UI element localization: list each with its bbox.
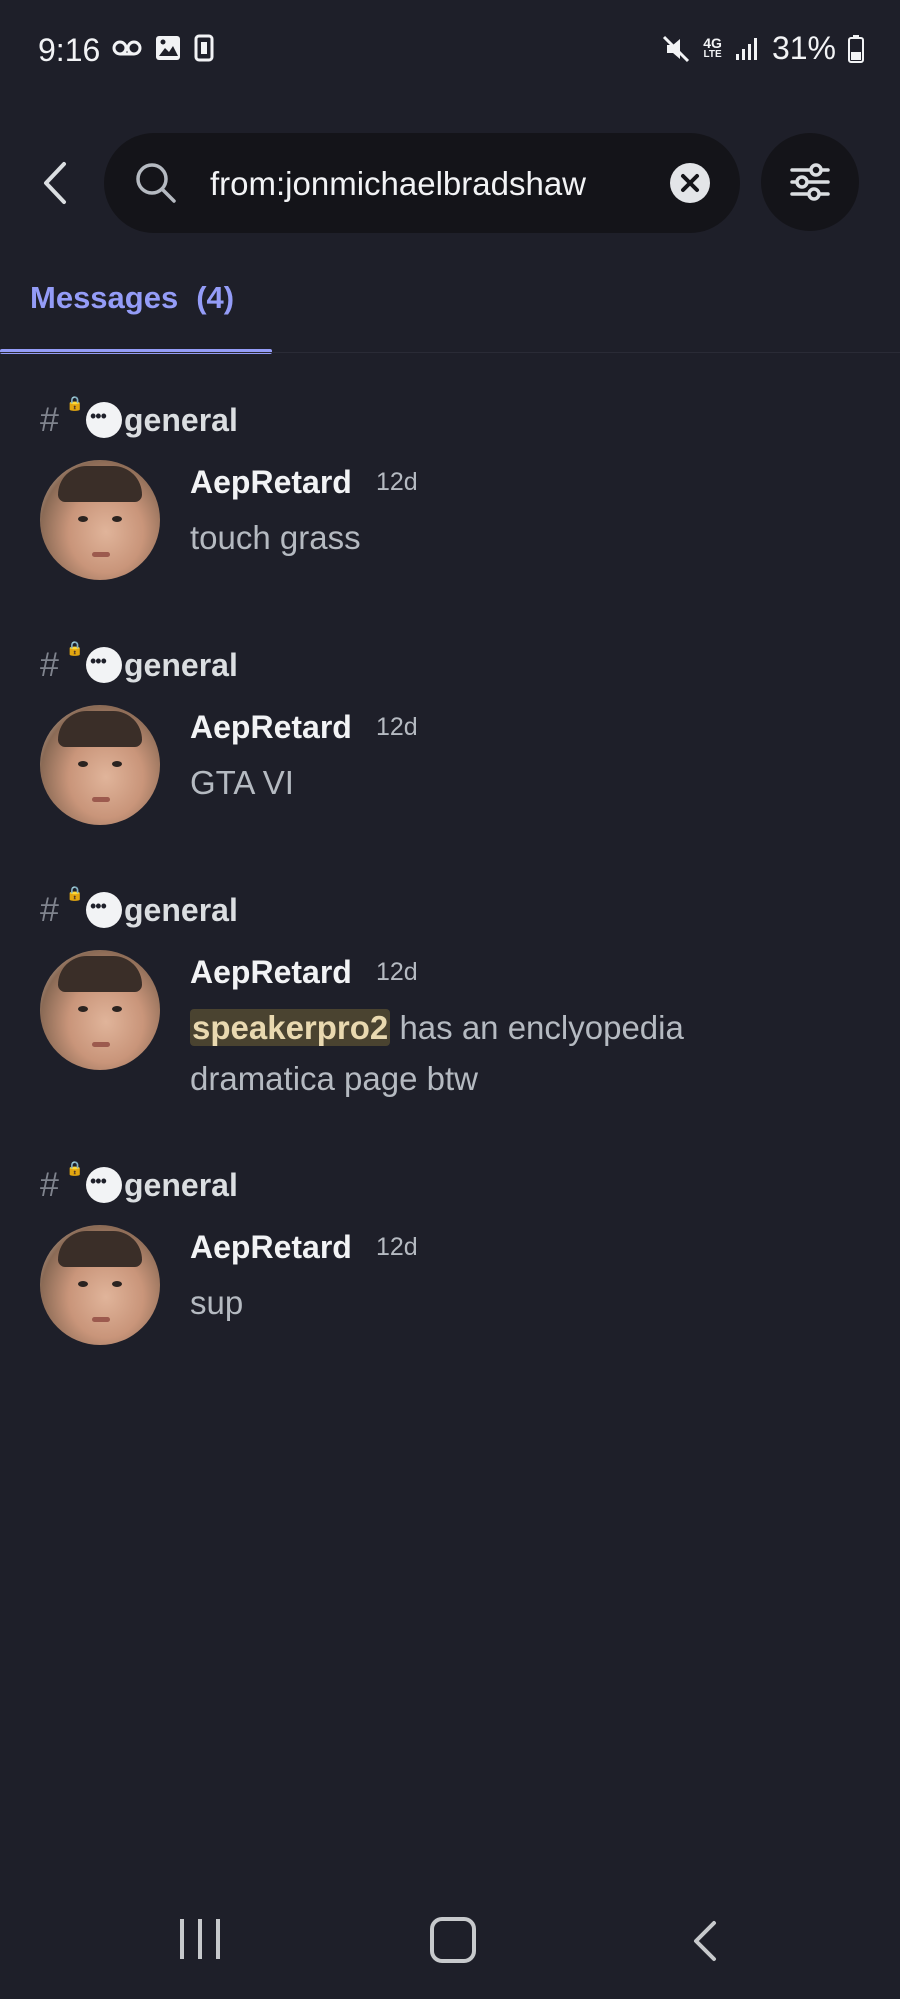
back-button[interactable] <box>40 158 80 208</box>
search-input[interactable]: from:jonmichaelbradshaw <box>210 165 586 203</box>
timestamp: 12d <box>376 713 418 741</box>
tab-count: (4) <box>196 280 235 315</box>
channel-label: #🔒 general <box>40 1159 238 1207</box>
gallery-icon <box>156 36 180 60</box>
thread-icon <box>86 1167 122 1203</box>
author-name[interactable]: AepRetard <box>190 954 352 991</box>
author-name[interactable]: AepRetard <box>190 709 352 746</box>
thread-icon <box>86 402 122 438</box>
filter-button[interactable] <box>761 133 859 231</box>
channel-label: #🔒 general <box>40 394 238 442</box>
network-indicator: 4G LTE <box>703 34 722 60</box>
thread-icon <box>86 647 122 683</box>
signal-icon <box>735 37 757 60</box>
channel-name: general <box>124 891 238 928</box>
battery-icon <box>848 34 864 63</box>
avatar[interactable] <box>40 705 160 825</box>
close-icon <box>681 174 699 192</box>
divider <box>0 352 900 353</box>
private-channel-icon: # 🔒 <box>40 1159 84 1204</box>
avatar[interactable] <box>40 460 160 580</box>
recents-button[interactable] <box>180 1919 220 1959</box>
channel-label: #🔒 general <box>40 639 238 687</box>
timestamp: 12d <box>376 468 418 496</box>
author-name[interactable]: AepRetard <box>190 1229 352 1266</box>
thread-icon <box>86 892 122 928</box>
voicemail-icon <box>112 40 142 56</box>
timestamp: 12d <box>376 1233 418 1261</box>
user-mention[interactable]: speakerpro2 <box>190 1009 391 1046</box>
home-button[interactable] <box>430 1917 476 1963</box>
private-channel-icon: # 🔒 <box>40 884 84 929</box>
timestamp: 12d <box>376 958 418 986</box>
avatar[interactable] <box>40 950 160 1070</box>
channel-name: general <box>124 646 238 683</box>
private-channel-icon: # 🔒 <box>40 394 84 439</box>
message-content: GTA VI <box>190 764 294 801</box>
tab-label: Messages <box>30 280 179 315</box>
message-content: sup <box>190 1284 244 1321</box>
clear-search-button[interactable] <box>670 163 710 203</box>
sliders-icon <box>790 163 830 201</box>
mute-icon <box>663 35 690 62</box>
channel-label: #🔒 general <box>40 884 238 932</box>
channel-name: general <box>124 401 238 438</box>
phone-icon <box>194 34 214 62</box>
search-icon <box>136 163 176 203</box>
back-nav-button[interactable] <box>690 1919 720 1963</box>
avatar[interactable] <box>40 1225 160 1345</box>
message-content: speakerpro2 has an enclyopedia dramatica… <box>190 1002 830 1104</box>
tab-messages[interactable]: Messages (4) <box>0 270 272 354</box>
navigation-bar <box>0 1879 900 1999</box>
channel-name: general <box>124 1166 238 1203</box>
chevron-left-icon <box>44 162 66 204</box>
private-channel-icon: # 🔒 <box>40 639 84 684</box>
status-time: 9:16 <box>38 32 101 68</box>
author-name[interactable]: AepRetard <box>190 464 352 501</box>
search-bar[interactable]: from:jonmichaelbradshaw <box>104 133 740 233</box>
message-content: touch grass <box>190 519 361 556</box>
battery-percent: 31% <box>771 30 836 66</box>
status-bar: 9:16 4G LTE 31% <box>0 0 900 100</box>
